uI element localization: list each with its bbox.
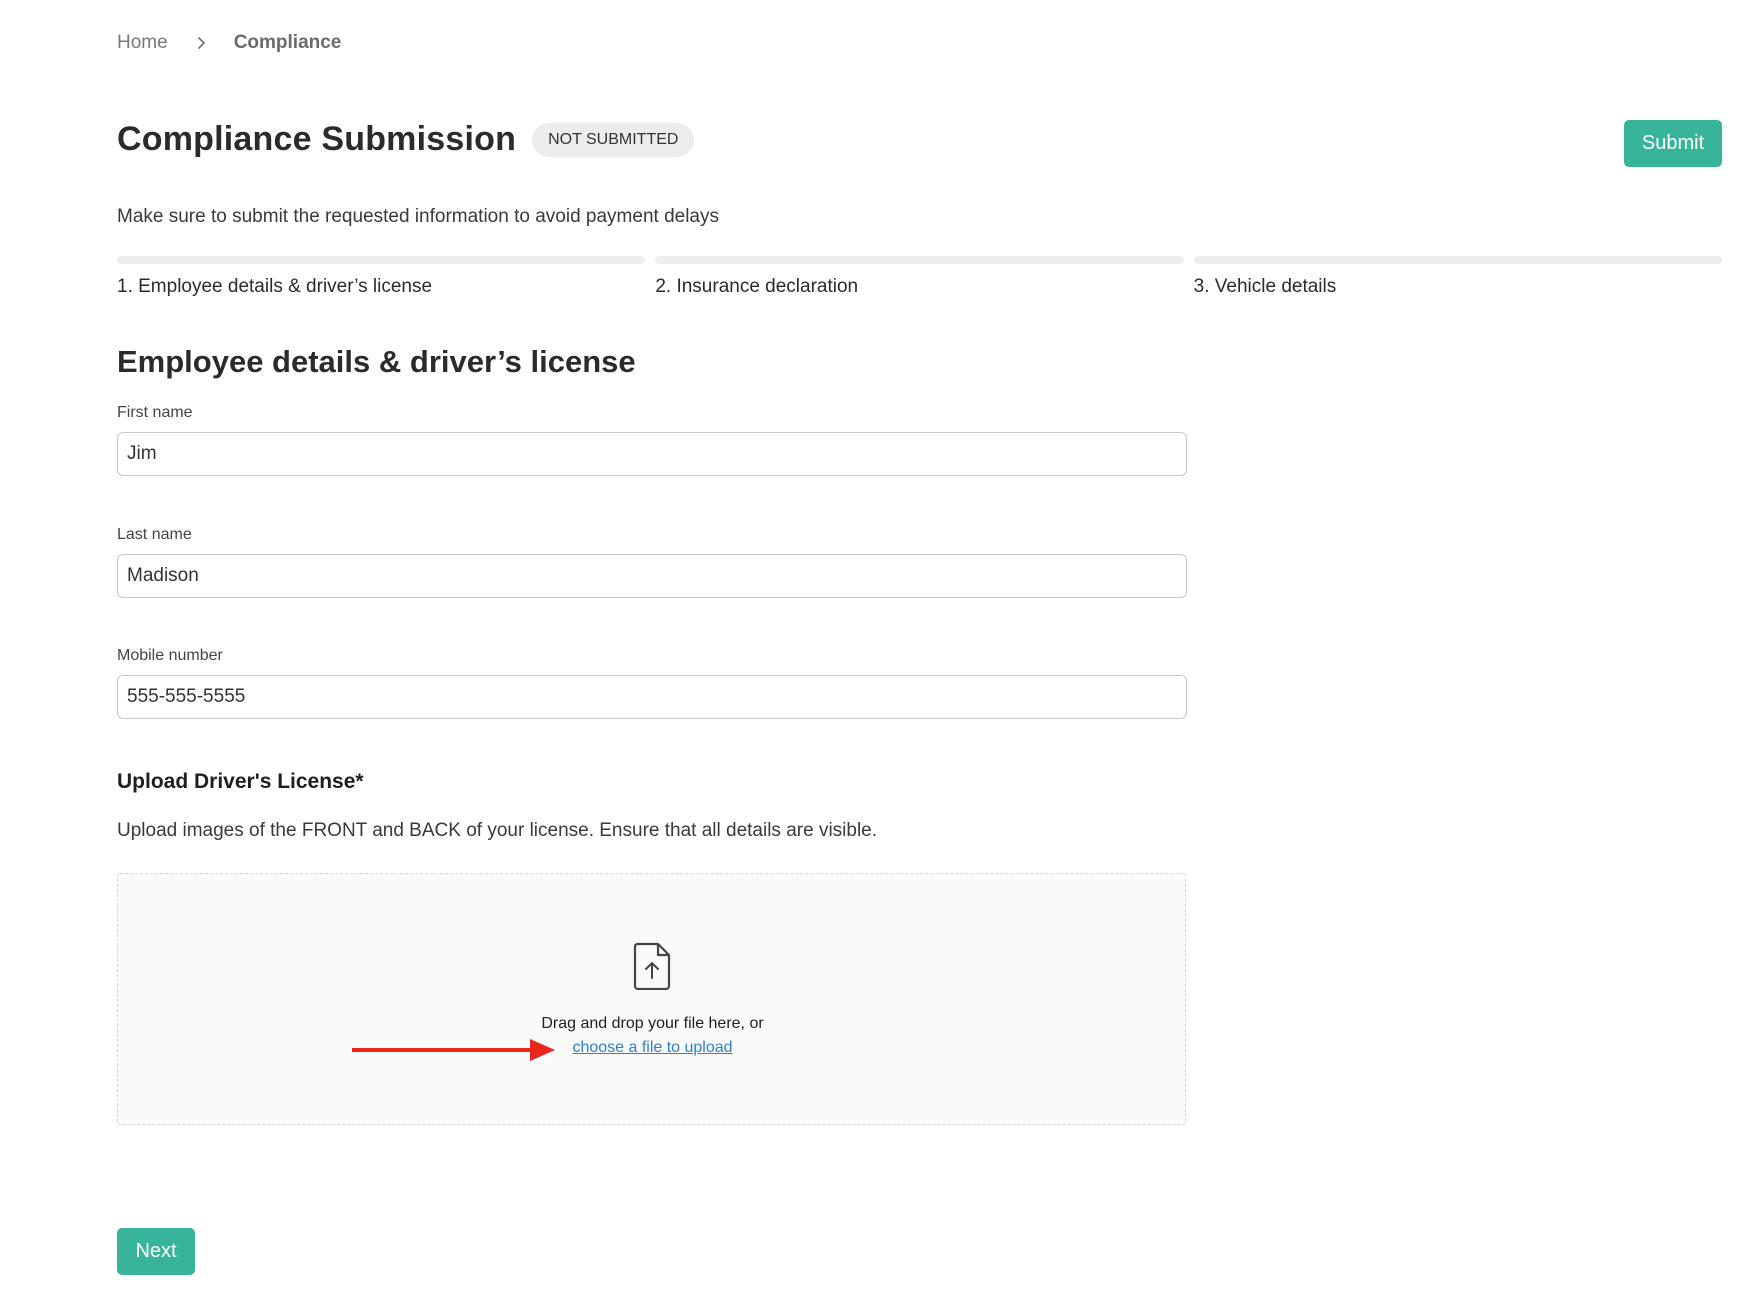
- submit-button[interactable]: Submit: [1624, 120, 1722, 167]
- last-name-label: Last name: [117, 526, 192, 543]
- last-name-input[interactable]: [117, 554, 1187, 598]
- choose-file-link[interactable]: choose a file to upload: [572, 1039, 732, 1056]
- page-title: Compliance Submission: [117, 120, 517, 158]
- step-label: 1. Employee details & driver’s license: [117, 276, 433, 297]
- dropzone-instruction: Drag and drop your file here, or: [541, 1015, 764, 1032]
- step-progress-bar: [655, 256, 1184, 264]
- page-header: Compliance Submission NOT SUBMITTED: [117, 120, 695, 159]
- file-dropzone[interactable]: Drag and drop your file here, or choose …: [117, 873, 1186, 1125]
- last-name-field: Last name: [117, 526, 1187, 598]
- section-title: Employee details & driver’s license: [117, 344, 636, 379]
- mobile-number-input[interactable]: [117, 675, 1187, 719]
- file-upload-icon: [633, 942, 671, 991]
- first-name-field: First name: [117, 404, 1187, 476]
- first-name-input[interactable]: [117, 432, 1187, 476]
- step-progress-bar: [1193, 256, 1722, 264]
- step-progress-bar: [117, 256, 646, 264]
- mobile-number-field: Mobile number: [117, 647, 1187, 719]
- step-label: 3. Vehicle details: [1193, 276, 1337, 297]
- compliance-page: Home Compliance Compliance Submission NO…: [0, 0, 1750, 1294]
- next-button[interactable]: Next: [117, 1228, 195, 1275]
- step-insurance-declaration[interactable]: 2. Insurance declaration: [655, 256, 1184, 298]
- page-subtitle: Make sure to submit the requested inform…: [117, 206, 719, 227]
- step-label: 2. Insurance declaration: [655, 276, 859, 297]
- status-badge: NOT SUBMITTED: [532, 122, 695, 157]
- arrow-right-icon: [352, 1036, 557, 1064]
- step-employee-details[interactable]: 1. Employee details & driver’s license: [117, 256, 646, 298]
- first-name-label: First name: [117, 404, 193, 421]
- mobile-number-label: Mobile number: [117, 647, 223, 664]
- choose-file-container: choose a file to upload: [118, 1039, 1187, 1057]
- step-vehicle-details[interactable]: 3. Vehicle details: [1193, 256, 1722, 298]
- breadcrumb-home-link[interactable]: Home: [117, 32, 168, 54]
- upload-heading: Upload Driver's License*: [117, 770, 364, 793]
- upload-description: Upload images of the FRONT and BACK of y…: [117, 820, 878, 841]
- chevron-right-icon: [192, 34, 210, 52]
- progress-stepper: 1. Employee details & driver’s license 2…: [117, 256, 1722, 298]
- breadcrumb: Home Compliance: [117, 32, 341, 54]
- breadcrumb-current: Compliance: [233, 32, 342, 53]
